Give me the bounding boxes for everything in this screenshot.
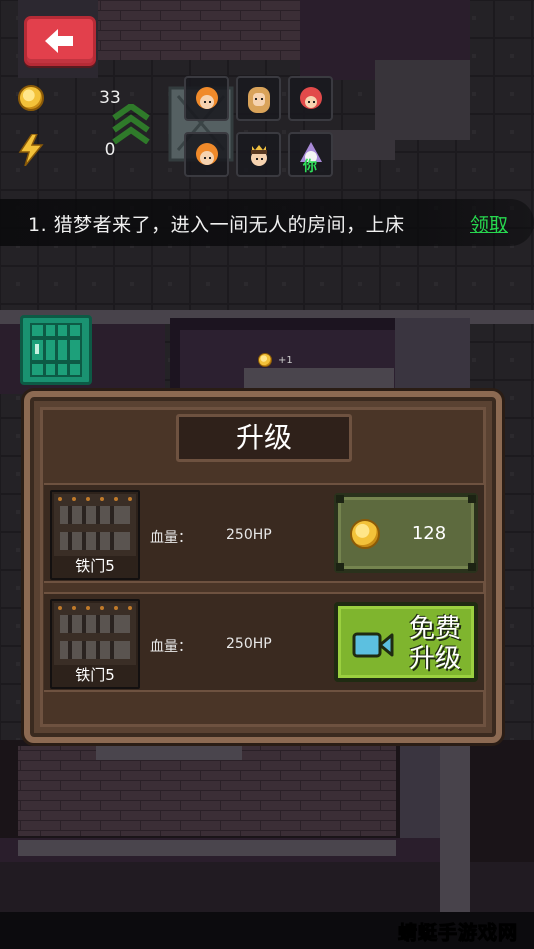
red-hair-hero-icon: [299, 86, 322, 109]
upgrade-row: 铁门5 血量： 250HP 128: [44, 483, 484, 583]
blonde-girl-hero-icon: [247, 86, 270, 113]
rank-chevron-icon: [112, 104, 150, 144]
back-button[interactable]: [24, 16, 96, 66]
hp-value: 250HP: [226, 636, 272, 652]
hero-portrait[interactable]: [184, 76, 229, 121]
coin-counter: 33: [18, 84, 121, 112]
coin-gain-text: +1: [278, 354, 293, 366]
coin-icon: [350, 519, 380, 549]
hp-label: 血量：: [150, 639, 192, 655]
hero-portrait-you[interactable]: 你: [288, 132, 333, 177]
hero-portrait[interactable]: [288, 76, 333, 121]
orange-hair-hero-icon: [195, 86, 218, 109]
claim-link[interactable]: 领取: [470, 210, 508, 237]
coin-upgrade-button[interactable]: 128: [334, 493, 478, 573]
hp-value: 250HP: [226, 527, 272, 543]
video-camera-icon: [352, 632, 394, 658]
lightning-icon: [18, 134, 44, 166]
you-tag: 你: [303, 159, 317, 175]
orange-hair-hero-2-icon: [195, 142, 218, 165]
task-text: 1. 猎梦者来了，进入一间无人的房间，上床: [28, 214, 405, 236]
hp-label: 血量：: [150, 530, 192, 546]
free-upgrade-button[interactable]: 免费 升级: [334, 602, 478, 682]
task-bar: 1. 猎梦者来了，进入一间无人的房间，上床 领取: [0, 199, 534, 246]
iron-gate-icon: [54, 603, 136, 665]
upgrade-price: 128: [411, 523, 447, 544]
prince-hero-icon: [250, 144, 267, 166]
upgrade-row: 铁门5 血量： 250HP 免费 升级: [44, 592, 484, 692]
hero-roster: 你: [184, 76, 333, 177]
coin-icon: [258, 353, 272, 367]
iron-gate-icon: [54, 494, 136, 556]
iron-gate-card: 铁门5: [50, 599, 140, 689]
gate-label: 铁门5: [75, 557, 115, 575]
energy-counter: 0: [18, 134, 115, 166]
dialog-title: 升级: [176, 414, 352, 462]
door-tile[interactable]: [20, 315, 92, 385]
gate-label: 铁门5: [75, 666, 115, 684]
door-icon: [30, 323, 82, 377]
coin-icon: [18, 85, 44, 111]
free-upgrade-label: 免费 升级: [408, 614, 461, 674]
back-arrow-icon: [45, 29, 73, 53]
hero-portrait[interactable]: [236, 76, 281, 121]
iron-gate-card: 铁门5: [50, 490, 140, 580]
coin-gain-indicator: +1: [258, 353, 293, 367]
hero-portrait[interactable]: [184, 132, 229, 177]
watermark-text: 蜻蜓手游戏网: [397, 922, 518, 945]
watermark-bar: 蜻蜓手游戏网: [0, 912, 534, 949]
hero-portrait[interactable]: [236, 132, 281, 177]
